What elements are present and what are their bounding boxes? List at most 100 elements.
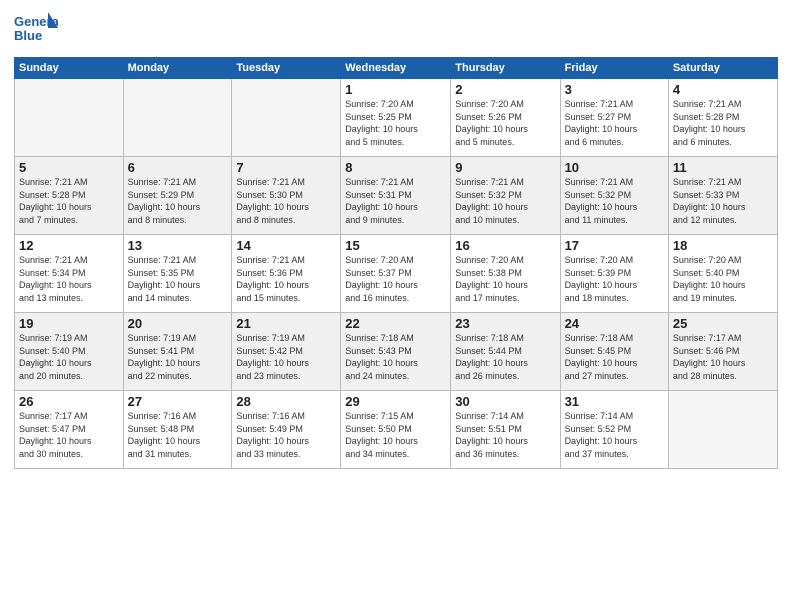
day-info: Sunrise: 7:21 AM Sunset: 5:34 PM Dayligh… (19, 254, 119, 304)
day-number: 5 (19, 160, 119, 175)
calendar-week-row: 1Sunrise: 7:20 AM Sunset: 5:25 PM Daylig… (15, 79, 778, 157)
day-info: Sunrise: 7:20 AM Sunset: 5:37 PM Dayligh… (345, 254, 446, 304)
weekday-header: Wednesday (341, 58, 451, 79)
day-info: Sunrise: 7:21 AM Sunset: 5:36 PM Dayligh… (236, 254, 336, 304)
day-info: Sunrise: 7:17 AM Sunset: 5:47 PM Dayligh… (19, 410, 119, 460)
calendar-day-cell (15, 79, 124, 157)
day-number: 14 (236, 238, 336, 253)
calendar-day-cell: 9Sunrise: 7:21 AM Sunset: 5:32 PM Daylig… (451, 157, 560, 235)
day-info: Sunrise: 7:18 AM Sunset: 5:45 PM Dayligh… (565, 332, 664, 382)
svg-text:Blue: Blue (14, 28, 42, 43)
day-number: 10 (565, 160, 664, 175)
calendar-day-cell: 28Sunrise: 7:16 AM Sunset: 5:49 PM Dayli… (232, 391, 341, 469)
day-number: 19 (19, 316, 119, 331)
day-info: Sunrise: 7:14 AM Sunset: 5:52 PM Dayligh… (565, 410, 664, 460)
calendar-day-cell: 7Sunrise: 7:21 AM Sunset: 5:30 PM Daylig… (232, 157, 341, 235)
calendar-day-cell: 29Sunrise: 7:15 AM Sunset: 5:50 PM Dayli… (341, 391, 451, 469)
day-number: 30 (455, 394, 555, 409)
day-number: 16 (455, 238, 555, 253)
day-info: Sunrise: 7:19 AM Sunset: 5:41 PM Dayligh… (128, 332, 228, 382)
day-number: 21 (236, 316, 336, 331)
day-number: 28 (236, 394, 336, 409)
day-number: 27 (128, 394, 228, 409)
day-info: Sunrise: 7:21 AM Sunset: 5:30 PM Dayligh… (236, 176, 336, 226)
day-info: Sunrise: 7:17 AM Sunset: 5:46 PM Dayligh… (673, 332, 773, 382)
calendar-day-cell: 18Sunrise: 7:20 AM Sunset: 5:40 PM Dayli… (668, 235, 777, 313)
day-info: Sunrise: 7:21 AM Sunset: 5:28 PM Dayligh… (19, 176, 119, 226)
calendar-day-cell: 1Sunrise: 7:20 AM Sunset: 5:25 PM Daylig… (341, 79, 451, 157)
day-info: Sunrise: 7:19 AM Sunset: 5:40 PM Dayligh… (19, 332, 119, 382)
calendar-day-cell: 26Sunrise: 7:17 AM Sunset: 5:47 PM Dayli… (15, 391, 124, 469)
calendar-week-row: 19Sunrise: 7:19 AM Sunset: 5:40 PM Dayli… (15, 313, 778, 391)
day-number: 9 (455, 160, 555, 175)
calendar-day-cell: 13Sunrise: 7:21 AM Sunset: 5:35 PM Dayli… (123, 235, 232, 313)
weekday-header: Thursday (451, 58, 560, 79)
page-header: General Blue (14, 10, 778, 51)
day-number: 17 (565, 238, 664, 253)
calendar-day-cell: 25Sunrise: 7:17 AM Sunset: 5:46 PM Dayli… (668, 313, 777, 391)
day-number: 2 (455, 82, 555, 97)
day-number: 7 (236, 160, 336, 175)
day-info: Sunrise: 7:21 AM Sunset: 5:35 PM Dayligh… (128, 254, 228, 304)
day-number: 29 (345, 394, 446, 409)
page-container: General Blue SundayMondayTuesdayWednesda… (0, 0, 792, 612)
calendar-day-cell: 16Sunrise: 7:20 AM Sunset: 5:38 PM Dayli… (451, 235, 560, 313)
day-info: Sunrise: 7:20 AM Sunset: 5:25 PM Dayligh… (345, 98, 446, 148)
day-number: 1 (345, 82, 446, 97)
day-info: Sunrise: 7:16 AM Sunset: 5:48 PM Dayligh… (128, 410, 228, 460)
day-number: 12 (19, 238, 119, 253)
day-info: Sunrise: 7:18 AM Sunset: 5:44 PM Dayligh… (455, 332, 555, 382)
calendar-day-cell: 14Sunrise: 7:21 AM Sunset: 5:36 PM Dayli… (232, 235, 341, 313)
calendar-day-cell (668, 391, 777, 469)
calendar-day-cell: 30Sunrise: 7:14 AM Sunset: 5:51 PM Dayli… (451, 391, 560, 469)
day-info: Sunrise: 7:19 AM Sunset: 5:42 PM Dayligh… (236, 332, 336, 382)
calendar-header-row: SundayMondayTuesdayWednesdayThursdayFrid… (15, 58, 778, 79)
calendar-day-cell: 23Sunrise: 7:18 AM Sunset: 5:44 PM Dayli… (451, 313, 560, 391)
day-info: Sunrise: 7:21 AM Sunset: 5:31 PM Dayligh… (345, 176, 446, 226)
day-info: Sunrise: 7:21 AM Sunset: 5:28 PM Dayligh… (673, 98, 773, 148)
day-number: 13 (128, 238, 228, 253)
day-number: 31 (565, 394, 664, 409)
day-number: 18 (673, 238, 773, 253)
calendar-day-cell: 22Sunrise: 7:18 AM Sunset: 5:43 PM Dayli… (341, 313, 451, 391)
calendar-day-cell: 21Sunrise: 7:19 AM Sunset: 5:42 PM Dayli… (232, 313, 341, 391)
calendar-week-row: 5Sunrise: 7:21 AM Sunset: 5:28 PM Daylig… (15, 157, 778, 235)
weekday-header: Tuesday (232, 58, 341, 79)
day-number: 8 (345, 160, 446, 175)
day-info: Sunrise: 7:20 AM Sunset: 5:38 PM Dayligh… (455, 254, 555, 304)
day-number: 11 (673, 160, 773, 175)
logo: General Blue (14, 10, 58, 51)
calendar-day-cell (232, 79, 341, 157)
calendar-day-cell: 15Sunrise: 7:20 AM Sunset: 5:37 PM Dayli… (341, 235, 451, 313)
day-number: 25 (673, 316, 773, 331)
day-number: 6 (128, 160, 228, 175)
day-info: Sunrise: 7:20 AM Sunset: 5:40 PM Dayligh… (673, 254, 773, 304)
calendar-day-cell (123, 79, 232, 157)
calendar-day-cell: 31Sunrise: 7:14 AM Sunset: 5:52 PM Dayli… (560, 391, 668, 469)
day-info: Sunrise: 7:15 AM Sunset: 5:50 PM Dayligh… (345, 410, 446, 460)
day-number: 23 (455, 316, 555, 331)
calendar-day-cell: 12Sunrise: 7:21 AM Sunset: 5:34 PM Dayli… (15, 235, 124, 313)
day-info: Sunrise: 7:20 AM Sunset: 5:39 PM Dayligh… (565, 254, 664, 304)
calendar-week-row: 26Sunrise: 7:17 AM Sunset: 5:47 PM Dayli… (15, 391, 778, 469)
calendar-day-cell: 19Sunrise: 7:19 AM Sunset: 5:40 PM Dayli… (15, 313, 124, 391)
day-number: 26 (19, 394, 119, 409)
day-info: Sunrise: 7:21 AM Sunset: 5:32 PM Dayligh… (565, 176, 664, 226)
calendar-day-cell: 27Sunrise: 7:16 AM Sunset: 5:48 PM Dayli… (123, 391, 232, 469)
weekday-header: Friday (560, 58, 668, 79)
day-info: Sunrise: 7:21 AM Sunset: 5:33 PM Dayligh… (673, 176, 773, 226)
day-number: 22 (345, 316, 446, 331)
calendar-day-cell: 17Sunrise: 7:20 AM Sunset: 5:39 PM Dayli… (560, 235, 668, 313)
weekday-header: Sunday (15, 58, 124, 79)
day-number: 3 (565, 82, 664, 97)
calendar-week-row: 12Sunrise: 7:21 AM Sunset: 5:34 PM Dayli… (15, 235, 778, 313)
calendar-day-cell: 6Sunrise: 7:21 AM Sunset: 5:29 PM Daylig… (123, 157, 232, 235)
calendar-day-cell: 10Sunrise: 7:21 AM Sunset: 5:32 PM Dayli… (560, 157, 668, 235)
calendar-day-cell: 2Sunrise: 7:20 AM Sunset: 5:26 PM Daylig… (451, 79, 560, 157)
calendar-day-cell: 24Sunrise: 7:18 AM Sunset: 5:45 PM Dayli… (560, 313, 668, 391)
weekday-header: Saturday (668, 58, 777, 79)
day-info: Sunrise: 7:16 AM Sunset: 5:49 PM Dayligh… (236, 410, 336, 460)
calendar-day-cell: 20Sunrise: 7:19 AM Sunset: 5:41 PM Dayli… (123, 313, 232, 391)
calendar-table: SundayMondayTuesdayWednesdayThursdayFrid… (14, 57, 778, 469)
calendar-day-cell: 11Sunrise: 7:21 AM Sunset: 5:33 PM Dayli… (668, 157, 777, 235)
